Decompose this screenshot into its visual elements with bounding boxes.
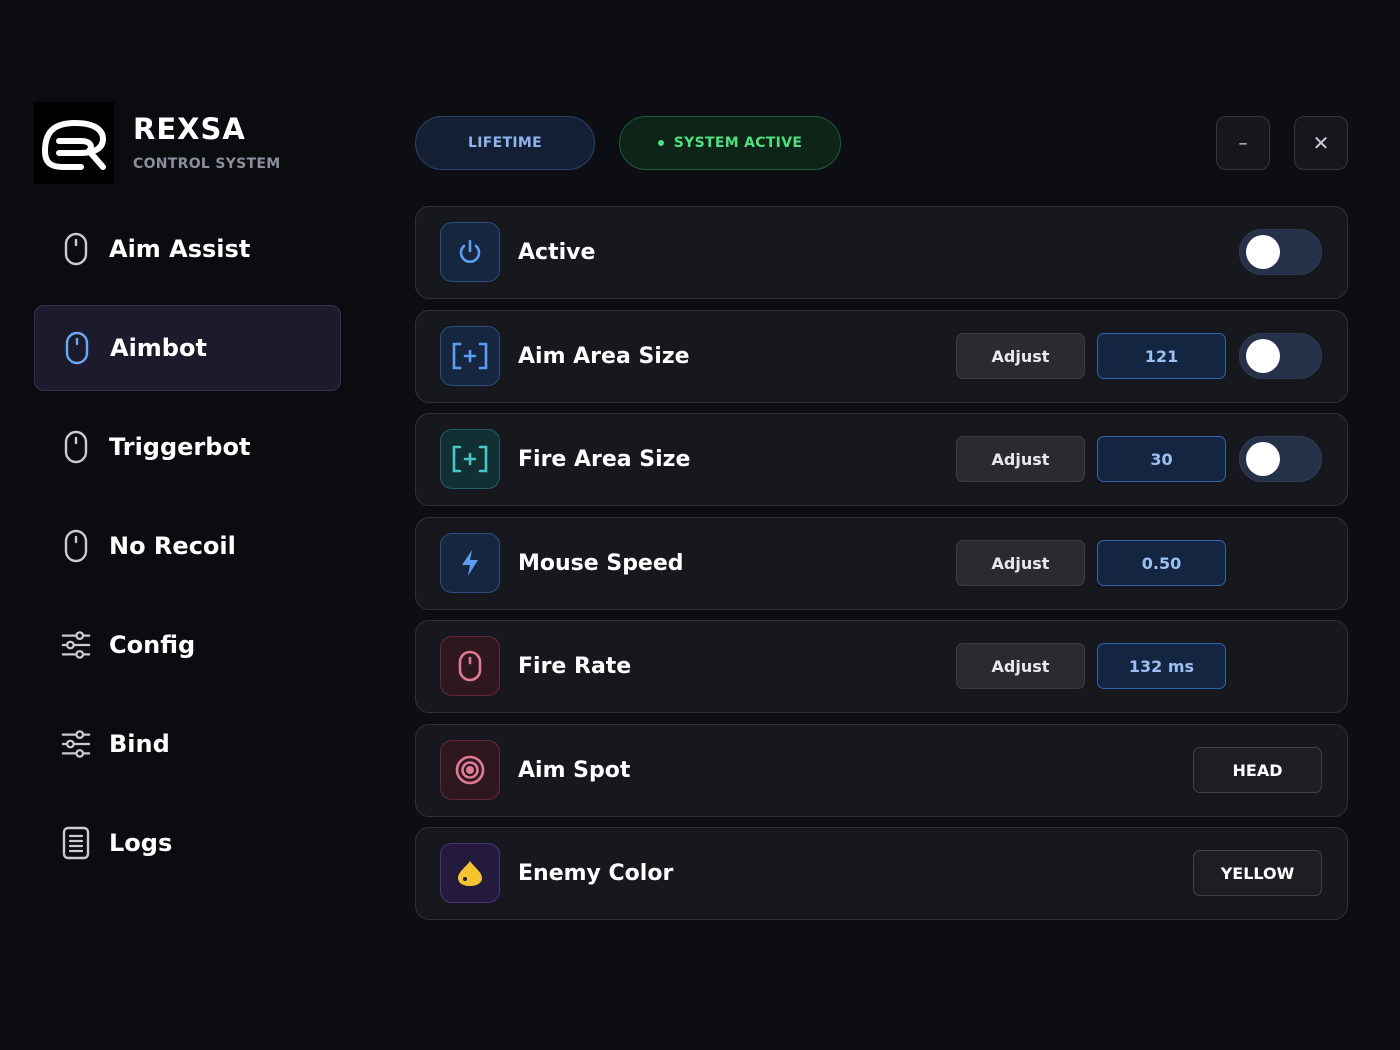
power-icon xyxy=(440,222,500,282)
mouse-icon xyxy=(61,429,91,465)
setting-title: Active xyxy=(518,240,596,265)
droplet-icon xyxy=(440,843,500,903)
sidebar: REXSA CONTROL SYSTEM Aim Assist Aimbot T… xyxy=(0,0,370,1050)
setting-title: Aim Spot xyxy=(518,758,631,783)
sidebar-item-config[interactable]: Config xyxy=(34,602,341,688)
enemy-color-select[interactable]: YELLOW xyxy=(1193,850,1322,896)
close-icon: ✕ xyxy=(1312,131,1330,155)
fire-rate-adjust-button[interactable]: Adjust xyxy=(956,643,1085,689)
brand-logo xyxy=(34,102,114,184)
sidebar-item-label: Bind xyxy=(109,730,170,758)
sidebar-item-triggerbot[interactable]: Triggerbot xyxy=(34,404,341,490)
sidebar-item-label: Aimbot xyxy=(110,334,207,362)
sliders-icon xyxy=(61,726,91,762)
setting-title: Aim Area Size xyxy=(518,344,690,369)
minimize-icon: – xyxy=(1238,132,1248,154)
mouse-icon xyxy=(62,330,92,366)
setting-card-fire-rate: Fire Rate Adjust 132 ms xyxy=(415,620,1348,713)
license-badge: LIFETIME xyxy=(415,116,595,170)
fire-area-adjust-button[interactable]: Adjust xyxy=(956,436,1085,482)
setting-title: Mouse Speed xyxy=(518,551,684,576)
target-icon xyxy=(440,740,500,800)
sidebar-item-aimbot[interactable]: Aimbot xyxy=(34,305,341,391)
fire-area-toggle[interactable] xyxy=(1239,436,1322,482)
sidebar-item-label: Config xyxy=(109,631,196,659)
sidebar-item-label: Logs xyxy=(109,829,173,857)
license-label: LIFETIME xyxy=(468,135,542,151)
mouse-speed-adjust-button[interactable]: Adjust xyxy=(956,540,1085,586)
toggle-knob xyxy=(1246,235,1280,269)
mouse-icon xyxy=(61,231,91,267)
setting-card-enemy-color: Enemy Color YELLOW xyxy=(415,827,1348,920)
minimize-button[interactable]: – xyxy=(1216,116,1270,170)
close-button[interactable]: ✕ xyxy=(1294,116,1348,170)
crosshair-bracket-icon xyxy=(440,429,500,489)
fire-area-value-field[interactable]: 30 xyxy=(1097,436,1226,482)
toggle-knob xyxy=(1246,442,1280,476)
brand-subtitle: CONTROL SYSTEM xyxy=(133,156,281,172)
mouse-icon xyxy=(440,636,500,696)
setting-card-active: Active xyxy=(415,206,1348,299)
document-icon xyxy=(61,825,91,861)
setting-card-mouse-speed: Mouse Speed Adjust 0.50 xyxy=(415,517,1348,610)
sidebar-item-aim-assist[interactable]: Aim Assist xyxy=(34,206,341,292)
sidebar-item-label: No Recoil xyxy=(109,532,236,560)
brand-name: REXSA xyxy=(133,112,246,146)
rexsa-logo-icon xyxy=(42,119,107,170)
sidebar-item-no-recoil[interactable]: No Recoil xyxy=(34,503,341,589)
setting-title: Fire Area Size xyxy=(518,447,691,472)
aim-area-toggle[interactable] xyxy=(1239,333,1322,379)
active-toggle[interactable] xyxy=(1239,229,1322,275)
mouse-speed-value-field[interactable]: 0.50 xyxy=(1097,540,1226,586)
toggle-knob xyxy=(1246,339,1280,373)
setting-card-aim-spot: Aim Spot HEAD xyxy=(415,724,1348,817)
aim-area-adjust-button[interactable]: Adjust xyxy=(956,333,1085,379)
sidebar-item-logs[interactable]: Logs xyxy=(34,800,341,886)
sidebar-item-bind[interactable]: Bind xyxy=(34,701,341,787)
sliders-icon xyxy=(61,627,91,663)
crosshair-bracket-icon xyxy=(440,326,500,386)
aim-area-value-field[interactable]: 121 xyxy=(1097,333,1226,379)
sidebar-item-label: Aim Assist xyxy=(109,235,251,263)
sidebar-item-label: Triggerbot xyxy=(109,433,251,461)
status-badge: SYSTEM ACTIVE xyxy=(619,116,841,170)
fire-rate-value-field[interactable]: 132 ms xyxy=(1097,643,1226,689)
aim-spot-select[interactable]: HEAD xyxy=(1193,747,1322,793)
status-label: SYSTEM ACTIVE xyxy=(673,135,803,151)
brand: REXSA CONTROL SYSTEM xyxy=(34,102,280,184)
lightning-icon xyxy=(440,533,500,593)
setting-card-aim-area-size: Aim Area Size Adjust 121 xyxy=(415,310,1348,403)
setting-title: Enemy Color xyxy=(518,861,674,886)
mouse-icon xyxy=(61,528,91,564)
setting-title: Fire Rate xyxy=(518,654,632,679)
status-dot-icon xyxy=(657,140,664,146)
setting-card-fire-area-size: Fire Area Size Adjust 30 xyxy=(415,413,1348,506)
